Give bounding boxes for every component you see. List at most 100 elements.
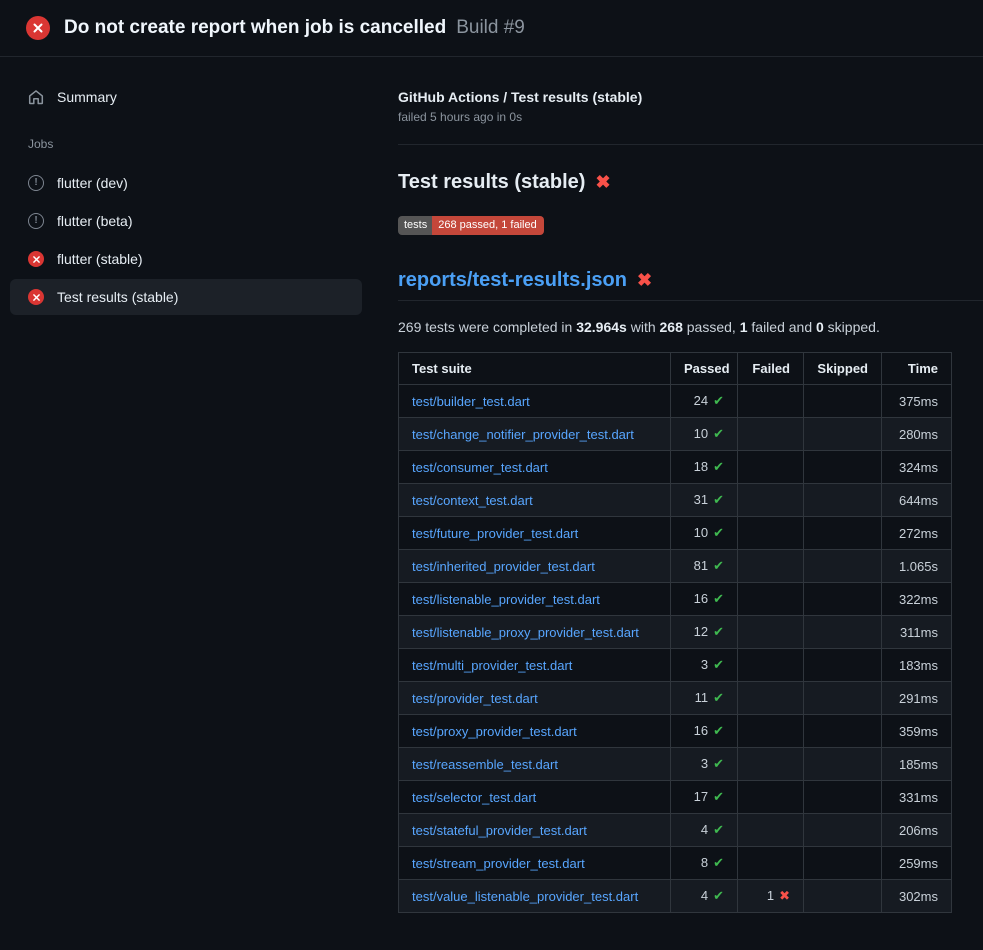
- suite-cell: test/builder_test.dart: [399, 385, 671, 418]
- count: 17: [694, 789, 708, 804]
- suite-link[interactable]: test/proxy_provider_test.dart: [412, 724, 577, 739]
- report-file-heading[interactable]: reports/test-results.json ✖: [398, 269, 951, 292]
- sidebar-item-flutter-stable[interactable]: flutter (stable): [10, 241, 362, 277]
- job-label: flutter (dev): [57, 175, 128, 191]
- check-icon: ✔: [713, 657, 724, 672]
- suite-link[interactable]: test/consumer_test.dart: [412, 460, 548, 475]
- summary-label: Summary: [57, 89, 117, 105]
- table-row: test/selector_test.dart17✔331ms: [399, 781, 952, 814]
- badge-label: tests: [398, 216, 432, 235]
- count: 24: [694, 393, 708, 408]
- table-row: test/context_test.dart31✔644ms: [399, 484, 952, 517]
- count: 8: [701, 855, 708, 870]
- skipped-cell: [804, 649, 882, 682]
- skipped-cell: [804, 385, 882, 418]
- tests-badge: tests 268 passed, 1 failed: [398, 216, 544, 235]
- suite-link[interactable]: test/value_listenable_provider_test.dart: [412, 889, 638, 904]
- count: 10: [694, 525, 708, 540]
- header-time: Time: [882, 353, 952, 385]
- table-row: test/builder_test.dart24✔375ms: [399, 385, 952, 418]
- jobs-list: !flutter (dev)!flutter (beta)flutter (st…: [0, 165, 372, 315]
- time-cell: 206ms: [882, 814, 952, 847]
- summary-text: 269 tests were completed in: [398, 319, 576, 335]
- suite-link[interactable]: test/provider_test.dart: [412, 691, 538, 706]
- build-title: Do not create report when job is cancell…: [64, 17, 446, 39]
- table-row: test/multi_provider_test.dart3✔183ms: [399, 649, 952, 682]
- failed-cell: [738, 781, 804, 814]
- section-title: Test results (stable) ✖: [398, 171, 951, 194]
- count: 4: [701, 822, 708, 837]
- check-icon: ✔: [713, 789, 724, 804]
- time-cell: 185ms: [882, 748, 952, 781]
- summary-passed-count: 268: [660, 319, 683, 335]
- failed-cell: [738, 484, 804, 517]
- passed-cell: 16✔: [671, 583, 738, 616]
- suite-link[interactable]: test/builder_test.dart: [412, 394, 530, 409]
- home-icon: [28, 89, 44, 105]
- suite-link[interactable]: test/context_test.dart: [412, 493, 533, 508]
- job-label: flutter (beta): [57, 213, 132, 229]
- check-icon: ✔: [713, 888, 724, 903]
- count: 18: [694, 459, 708, 474]
- table-row: test/value_listenable_provider_test.dart…: [399, 880, 952, 913]
- suite-cell: test/reassemble_test.dart: [399, 748, 671, 781]
- sidebar-item-flutter-beta[interactable]: !flutter (beta): [10, 203, 362, 239]
- sidebar-item-summary[interactable]: Summary: [10, 79, 362, 115]
- check-icon: ✔: [713, 459, 724, 474]
- suite-link[interactable]: test/selector_test.dart: [412, 790, 536, 805]
- suite-link[interactable]: test/stateful_provider_test.dart: [412, 823, 587, 838]
- suite-link[interactable]: test/stream_provider_test.dart: [412, 856, 585, 871]
- failed-cell: [738, 550, 804, 583]
- time-cell: 644ms: [882, 484, 952, 517]
- suite-cell: test/value_listenable_provider_test.dart: [399, 880, 671, 913]
- skipped-cell: [804, 418, 882, 451]
- failed-cell: 1✖: [738, 880, 804, 913]
- skipped-cell: [804, 781, 882, 814]
- passed-cell: 16✔: [671, 715, 738, 748]
- time-cell: 1.065s: [882, 550, 952, 583]
- divider: [398, 300, 983, 301]
- count: 81: [694, 558, 708, 573]
- build-header: Do not create report when job is cancell…: [0, 0, 983, 57]
- failed-cell: [738, 847, 804, 880]
- summary-duration: 32.964s: [576, 319, 627, 335]
- suite-link[interactable]: test/listenable_proxy_provider_test.dart: [412, 625, 639, 640]
- skipped-cell: [804, 715, 882, 748]
- passed-cell: 4✔: [671, 880, 738, 913]
- summary-failed-count: 1: [740, 319, 748, 335]
- suite-cell: test/consumer_test.dart: [399, 451, 671, 484]
- suite-cell: test/selector_test.dart: [399, 781, 671, 814]
- suite-cell: test/listenable_provider_test.dart: [399, 583, 671, 616]
- suite-cell: test/multi_provider_test.dart: [399, 649, 671, 682]
- check-icon: ✔: [713, 525, 724, 540]
- report-file-link[interactable]: reports/test-results.json: [398, 269, 627, 292]
- passed-cell: 24✔: [671, 385, 738, 418]
- failed-cell: [738, 583, 804, 616]
- table-row: test/provider_test.dart11✔291ms: [399, 682, 952, 715]
- results-table-body: test/builder_test.dart24✔375mstest/chang…: [399, 385, 952, 913]
- count: 3: [701, 657, 708, 672]
- skipped-cell: [804, 616, 882, 649]
- failed-cell: [738, 649, 804, 682]
- suite-link[interactable]: test/future_provider_test.dart: [412, 526, 578, 541]
- skipped-cell: [804, 451, 882, 484]
- time-cell: 311ms: [882, 616, 952, 649]
- passed-cell: 10✔: [671, 418, 738, 451]
- job-label: Test results (stable): [57, 289, 178, 305]
- sidebar-item-test-results-stable[interactable]: Test results (stable): [10, 279, 362, 315]
- suite-cell: test/inherited_provider_test.dart: [399, 550, 671, 583]
- badge-value: 268 passed, 1 failed: [432, 216, 543, 235]
- suite-link[interactable]: test/change_notifier_provider_test.dart: [412, 427, 634, 442]
- suite-link[interactable]: test/reassemble_test.dart: [412, 757, 558, 772]
- suite-link[interactable]: test/multi_provider_test.dart: [412, 658, 572, 673]
- summary-line: 269 tests were completed in 32.964s with…: [398, 319, 951, 335]
- suite-link[interactable]: test/listenable_provider_test.dart: [412, 592, 600, 607]
- table-header-row: Test suite Passed Failed Skipped Time: [399, 353, 952, 385]
- sidebar-item-flutter-dev[interactable]: !flutter (dev): [10, 165, 362, 201]
- summary-skipped-count: 0: [816, 319, 824, 335]
- suite-link[interactable]: test/inherited_provider_test.dart: [412, 559, 595, 574]
- count: 1: [767, 888, 774, 903]
- table-row: test/stateful_provider_test.dart4✔206ms: [399, 814, 952, 847]
- count: 4: [701, 888, 708, 903]
- suite-cell: test/change_notifier_provider_test.dart: [399, 418, 671, 451]
